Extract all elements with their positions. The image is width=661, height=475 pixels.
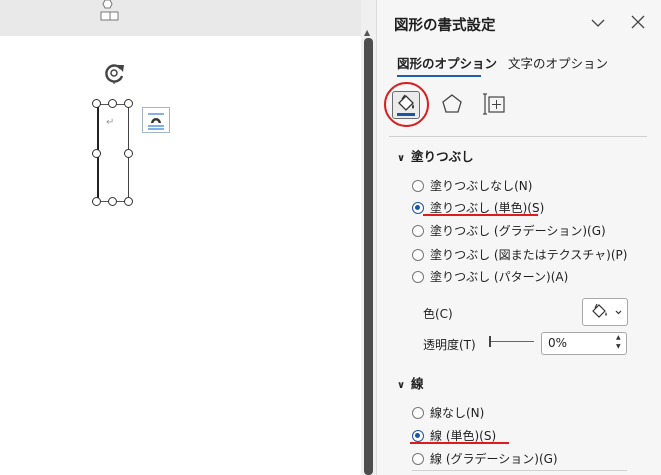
- fill-line-icon: [397, 94, 415, 116]
- line-section-title: 線: [411, 376, 424, 391]
- option-label: 線 (単色)(S): [430, 429, 497, 443]
- paragraph-mark: ↵: [106, 117, 115, 128]
- option-label: 塗りつぶし (単色)(S): [430, 201, 545, 215]
- document-page[interactable]: [0, 36, 361, 475]
- line-option-none[interactable]: 線なし(N): [412, 404, 484, 421]
- pane-title: 図形の書式設定: [394, 18, 496, 34]
- radio-button[interactable]: [412, 453, 424, 465]
- fill-option-pattern[interactable]: 塗りつぶし (パターン)(A): [412, 268, 568, 285]
- layout-options-button[interactable]: [142, 107, 170, 133]
- chevron-down-icon: ∨: [397, 153, 406, 164]
- close-icon[interactable]: [631, 15, 645, 29]
- spin-down-icon[interactable]: ▼: [616, 343, 621, 350]
- tab-text-options[interactable]: 文字のオプション: [508, 53, 608, 72]
- fill-section-header[interactable]: ∨ 塗りつぶし: [397, 146, 474, 165]
- pane-divider: [389, 136, 647, 137]
- fill-option-gradient[interactable]: 塗りつぶし (グラデーション)(G): [412, 222, 606, 239]
- resize-handle[interactable]: [124, 99, 133, 108]
- option-label: 塗りつぶし (パターン)(A): [430, 270, 569, 284]
- transparency-value: 0%: [548, 336, 568, 350]
- vertical-scrollbar[interactable]: ▲: [361, 0, 376, 475]
- line-section-header[interactable]: ∨ 線: [397, 373, 424, 392]
- fill-section-title: 塗りつぶし: [411, 149, 474, 164]
- option-label: 塗りつぶし (図またはテクスチャ)(P): [430, 248, 628, 262]
- option-label: 塗りつぶし (グラデーション)(G): [430, 224, 606, 238]
- transparency-slider-track[interactable]: [490, 341, 534, 342]
- red-underline: [423, 214, 538, 216]
- radio-button[interactable]: [412, 407, 424, 419]
- format-shape-pane: 図形の書式設定 図形のオプション 文字のオプション ∨ 塗りつぶし 塗りつぶしなし…: [376, 0, 661, 475]
- red-underline: [410, 442, 509, 444]
- option-label: 線なし(N): [430, 406, 485, 420]
- pane-divider: [412, 470, 627, 471]
- resize-handle[interactable]: [92, 149, 101, 158]
- resize-handle[interactable]: [108, 99, 117, 108]
- document-area: ↵: [0, 0, 361, 475]
- fill-bucket-icon: [592, 303, 622, 318]
- radio-button[interactable]: [412, 271, 424, 283]
- transparency-label: 透明度(T): [423, 338, 476, 352]
- chevron-down-icon: ∨: [397, 380, 406, 391]
- spin-up-icon[interactable]: ▲: [616, 334, 621, 341]
- line-option-gradient[interactable]: 線 (グラデーション)(G): [412, 450, 558, 467]
- resize-handle[interactable]: [124, 197, 133, 206]
- effects-pentagon-icon[interactable]: [439, 91, 465, 117]
- chevron-down-icon[interactable]: [590, 15, 606, 31]
- tab-selected-indicator: [397, 75, 481, 77]
- scroll-thumb[interactable]: [364, 38, 373, 475]
- transparency-slider-handle[interactable]: [489, 336, 491, 347]
- shape-marker-icon: [100, 0, 119, 21]
- fill-option-picture[interactable]: 塗りつぶし (図またはテクスチャ)(P): [412, 246, 627, 263]
- size-properties-icon[interactable]: [481, 91, 507, 117]
- fill-option-none[interactable]: 塗りつぶしなし(N): [412, 177, 532, 194]
- tab-shape-options[interactable]: 図形のオプション: [397, 53, 497, 72]
- transparency-input[interactable]: 0% ▲ ▼: [541, 332, 627, 355]
- fill-line-category-button[interactable]: [392, 91, 420, 119]
- color-label: 色(C): [423, 307, 453, 321]
- radio-button[interactable]: [412, 249, 424, 261]
- radio-button[interactable]: [412, 180, 424, 192]
- resize-handle[interactable]: [108, 197, 117, 206]
- option-label: 塗りつぶしなし(N): [430, 179, 533, 193]
- color-picker-button[interactable]: [582, 298, 628, 326]
- layout-options-icon: [148, 113, 164, 130]
- rotate-handle-icon[interactable]: [103, 62, 127, 84]
- radio-button[interactable]: [412, 430, 424, 442]
- radio-button[interactable]: [412, 225, 424, 237]
- resize-handle[interactable]: [92, 197, 101, 206]
- radio-button[interactable]: [412, 202, 424, 214]
- option-label: 線 (グラデーション)(G): [430, 452, 558, 466]
- scroll-up-icon[interactable]: ▲: [364, 28, 370, 37]
- resize-handle[interactable]: [124, 149, 133, 158]
- resize-handle[interactable]: [92, 99, 101, 108]
